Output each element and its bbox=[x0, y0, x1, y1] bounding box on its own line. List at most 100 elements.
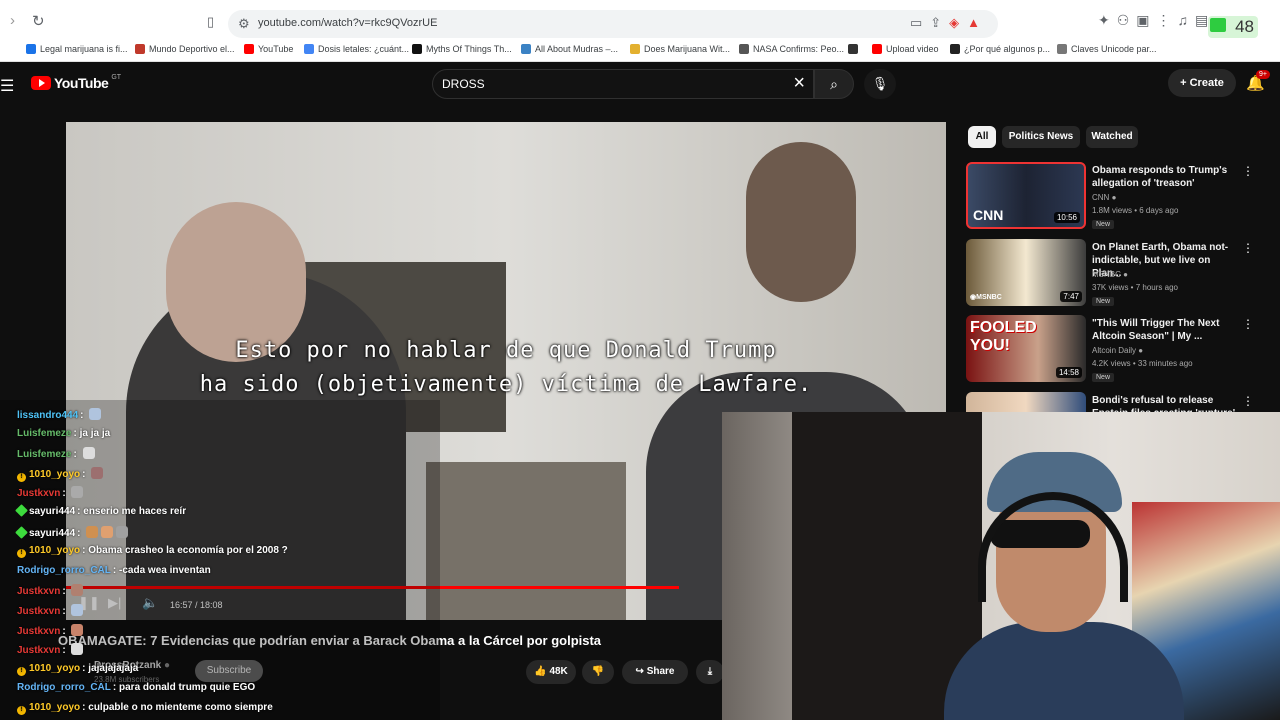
chat-username[interactable]: 1010_yoyo bbox=[29, 702, 80, 713]
bookmark-item[interactable] bbox=[848, 44, 858, 54]
chat-username[interactable]: Justkxvn bbox=[17, 488, 60, 499]
chat-username[interactable]: Justkxvn bbox=[17, 606, 60, 617]
recommendation-channel[interactable]: CNN ● bbox=[1092, 193, 1116, 202]
bookmark-item[interactable]: Claves Unicode par... bbox=[1057, 44, 1157, 54]
chat-username[interactable]: Justkxvn bbox=[17, 626, 60, 637]
address-bar[interactable]: ⚙ youtube.com/watch?v=rkc9QVozrUE ▭⇪◈▲ bbox=[228, 10, 998, 38]
bookmark-label: ¿Por qué algunos p... bbox=[964, 44, 1051, 54]
bookmark-favicon-icon bbox=[521, 44, 531, 54]
thumbs-up-icon: 👍 bbox=[534, 666, 550, 677]
bookmark-label: Mundo Deportivo el... bbox=[149, 44, 235, 54]
video-duration: 14:58 bbox=[1055, 367, 1082, 378]
recommendation-channel[interactable]: MSNBC ● bbox=[1092, 270, 1128, 279]
recommendation-item[interactable]: ◉MSNBC 7:47 On Planet Earth, Obama not-ind… bbox=[966, 239, 1266, 311]
member-badge-icon: ! bbox=[17, 549, 26, 559]
share-button[interactable]: ↪ Share bbox=[622, 660, 688, 684]
site-info-icon[interactable]: ⚙ bbox=[238, 16, 250, 32]
bookmark-item[interactable]: Legal marijuana is fi... bbox=[26, 44, 128, 54]
bookmark-label: All About Mudras –... bbox=[535, 44, 619, 54]
counter-value: 48 bbox=[1235, 17, 1254, 36]
chat-emote-icon bbox=[101, 525, 114, 538]
recommendation-title[interactable]: "This Will Trigger The Next Altcoin Seas… bbox=[1092, 317, 1238, 343]
chat-message: Luisfemeze: ja ja ja bbox=[17, 428, 110, 439]
download-button[interactable]: ⤓ bbox=[696, 660, 724, 684]
youtube-play-icon bbox=[31, 76, 51, 90]
chat-message: sayuri444: enserio me haces reír bbox=[15, 504, 187, 517]
bookmark-favicon-icon bbox=[848, 44, 858, 54]
chat-message: sayuri444: bbox=[15, 525, 129, 539]
youtube-logo[interactable]: YouTube GT bbox=[31, 74, 121, 91]
chat-username[interactable]: Rodrigo_rorro_CAL bbox=[17, 682, 111, 693]
chip-politics-news[interactable]: Politics News bbox=[1002, 126, 1080, 148]
more-options-icon[interactable]: ⋮ bbox=[1242, 394, 1254, 408]
bookmark-item[interactable]: Dosis letales: ¿cuánt... bbox=[304, 44, 409, 54]
thumbnail-overlay-text: FOOLED YOU! bbox=[970, 319, 1037, 354]
more-options-icon[interactable]: ⋮ bbox=[1242, 164, 1254, 178]
chat-message: Justkxvn: bbox=[17, 643, 84, 657]
recommendation-title[interactable]: Obama responds to Trump's allegation of … bbox=[1092, 164, 1238, 190]
forward-icon[interactable]: › bbox=[10, 12, 15, 29]
reload-icon[interactable]: ↻ bbox=[32, 12, 45, 30]
chip-all[interactable]: All bbox=[968, 126, 996, 148]
chat-username[interactable]: Luisfemeze bbox=[17, 428, 71, 439]
bookmark-item[interactable]: YouTube bbox=[244, 44, 293, 54]
recommendation-item[interactable]: CNN 10:56 Obama responds to Trump's allega… bbox=[966, 162, 1266, 234]
dislike-button[interactable]: 👎 bbox=[582, 660, 614, 684]
recommendation-item[interactable]: FOOLED YOU! 14:58 "This Will Trigger The Ne… bbox=[966, 315, 1266, 387]
channel-text: Altcoin Daily bbox=[1092, 346, 1137, 355]
chat-username[interactable]: sayuri444 bbox=[29, 506, 75, 517]
chat-emote-icon bbox=[71, 486, 84, 499]
chat-username[interactable]: Justkxvn bbox=[17, 645, 60, 656]
recommendation-channel[interactable]: Altcoin Daily ● bbox=[1092, 346, 1143, 355]
extension-counter[interactable]: 48 bbox=[1208, 16, 1258, 38]
chat-message: ! 1010_yoyo: jajajajajaja bbox=[17, 663, 138, 676]
bookmark-item[interactable]: Upload video bbox=[872, 44, 939, 54]
chat-text: enserio me haces reír bbox=[83, 506, 187, 517]
search-query: DROSS bbox=[442, 77, 485, 91]
chat-username[interactable]: 1010_yoyo bbox=[29, 545, 80, 556]
chat-username[interactable]: Justkxvn bbox=[17, 586, 60, 597]
bookmark-item[interactable]: Does Marijuana Wit... bbox=[630, 44, 730, 54]
bookmark-favicon-icon bbox=[630, 44, 640, 54]
chat-username[interactable]: 1010_yoyo bbox=[29, 469, 80, 480]
video-thumbnail[interactable]: FOOLED YOU! 14:58 bbox=[966, 315, 1086, 382]
chat-message: ! 1010_yoyo: Obama crasheo la economía po… bbox=[17, 545, 288, 559]
chat-username[interactable]: Rodrigo_rorro_CAL bbox=[17, 565, 111, 576]
green-extension-icon bbox=[1210, 18, 1226, 32]
clear-search-icon[interactable]: × bbox=[793, 72, 805, 95]
video-thumbnail[interactable]: CNN 10:56 bbox=[966, 162, 1086, 229]
video-thumbnail[interactable]: ◉MSNBC 7:47 bbox=[966, 239, 1086, 306]
bookmark-icon[interactable]: ▯ bbox=[207, 14, 214, 30]
bookmark-item[interactable]: ¿Por qué algunos p... bbox=[950, 44, 1050, 54]
search-input[interactable]: DROSS × bbox=[432, 69, 814, 99]
bookmark-item[interactable]: All About Mudras –... bbox=[521, 44, 618, 54]
notifications-button[interactable]: 🔔 9+ bbox=[1246, 70, 1270, 92]
chat-username[interactable]: 1010_yoyo bbox=[29, 663, 80, 674]
menu-icon[interactable]: ☰ bbox=[0, 76, 14, 96]
channel-text: CNN bbox=[1092, 193, 1110, 202]
channel-text: MSNBC bbox=[1092, 270, 1121, 279]
bookmark-item[interactable]: Mundo Deportivo el... bbox=[135, 44, 235, 54]
bookmark-item[interactable]: NASA Confirms: Peo... bbox=[739, 44, 844, 54]
extension-icons[interactable]: ✦⚇▣⋮♫▤ bbox=[1098, 12, 1215, 29]
search-button[interactable]: ⌕ bbox=[814, 69, 854, 99]
chat-username[interactable]: sayuri444 bbox=[29, 528, 75, 539]
member-badge-icon: ! bbox=[17, 472, 26, 482]
bookmark-favicon-icon bbox=[244, 44, 254, 54]
share-label: Share bbox=[646, 666, 675, 677]
chip-watched[interactable]: Watched bbox=[1086, 126, 1138, 148]
chat-text: ja ja ja bbox=[79, 427, 111, 439]
omnibox-actions[interactable]: ▭⇪◈▲ bbox=[910, 15, 988, 31]
chat-separator: : bbox=[62, 645, 69, 657]
verified-icon: ● bbox=[1123, 270, 1128, 279]
chat-username[interactable]: Luisfemeze bbox=[17, 449, 71, 460]
create-button[interactable]: + Create bbox=[1168, 69, 1236, 97]
like-button[interactable]: 👍 48K bbox=[526, 660, 576, 684]
recommendation-views: 1.8M views • 6 days ago bbox=[1092, 206, 1179, 215]
more-options-icon[interactable]: ⋮ bbox=[1242, 317, 1254, 331]
chat-username[interactable]: lissandro444 bbox=[17, 410, 78, 421]
bookmark-item[interactable]: Myths Of Things Th... bbox=[412, 44, 512, 54]
verified-icon: ● bbox=[1138, 346, 1144, 355]
voice-search-button[interactable]: 🎙 bbox=[864, 69, 896, 99]
more-options-icon[interactable]: ⋮ bbox=[1242, 241, 1254, 255]
